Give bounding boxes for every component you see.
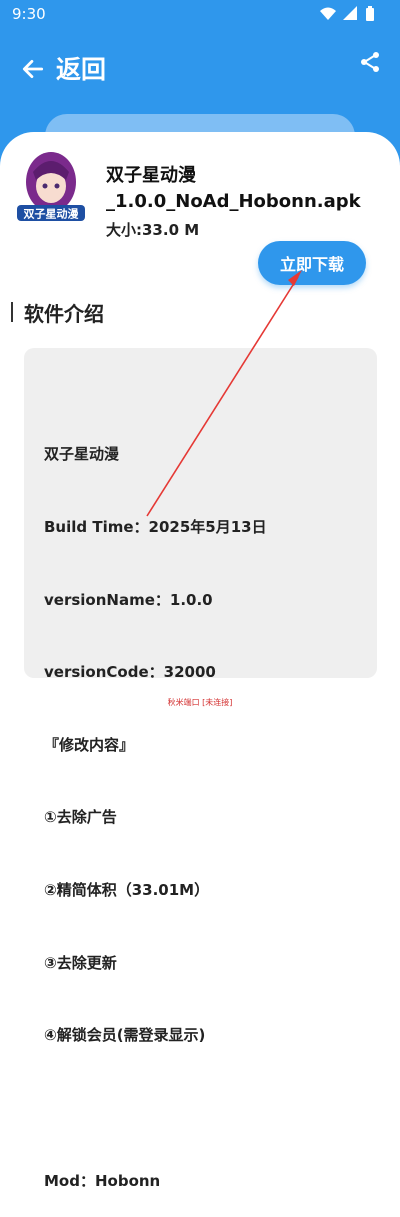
system-icons [318,5,388,27]
footer-status: 秋米端口 [未连接] [167,698,233,707]
app-name-line2: _1.0.0_NoAd_Hobonn.apk [106,191,361,212]
intro-line: versionCode：32000 [44,663,216,682]
intro-line: 『修改内容』 [44,735,135,754]
download-now-button[interactable]: 立即下载 [258,241,366,285]
intro-line: Mod：Hobonn [44,1171,161,1190]
app-logo-text: 双子星动漫 [24,207,80,221]
status-bar: 9:30 [0,0,400,30]
back-arrow-icon[interactable] [20,56,46,82]
intro-line-blank [44,1096,267,1120]
status-time: 9:30 [12,5,46,23]
intro-line: ④解锁会员(需登录显示) [44,1026,206,1045]
app-size: 大小:33.0 M [106,221,200,239]
intro-line: ③去除更新 [44,953,117,972]
intro-line: ②精简体积（33.01M） [44,881,210,900]
intro-line: versionName：1.0.0 [44,590,213,609]
nav-bar: 返回 [0,44,400,94]
section-marker [11,302,13,322]
section-title: 软件介绍 [24,302,104,326]
intro-text: 双子星动漫 Build Time：2025年5月13日 versionName：… [44,394,267,1217]
intro-line: ①去除广告 [44,808,117,827]
intro-line: Build Time：2025年5月13日 [44,518,267,537]
share-icon[interactable] [358,50,382,74]
back-label[interactable]: 返回 [56,50,106,86]
intro-line: 双子星动漫 [44,445,120,464]
app-logo-icon: 双子星动漫 [17,152,85,221]
wifi-signal-battery-icon [320,6,374,21]
app-name: 双子星动漫 _1.0.0_NoAd_Hobonn.apk [106,163,366,215]
app-name-line1: 双子星动漫 [106,165,196,186]
